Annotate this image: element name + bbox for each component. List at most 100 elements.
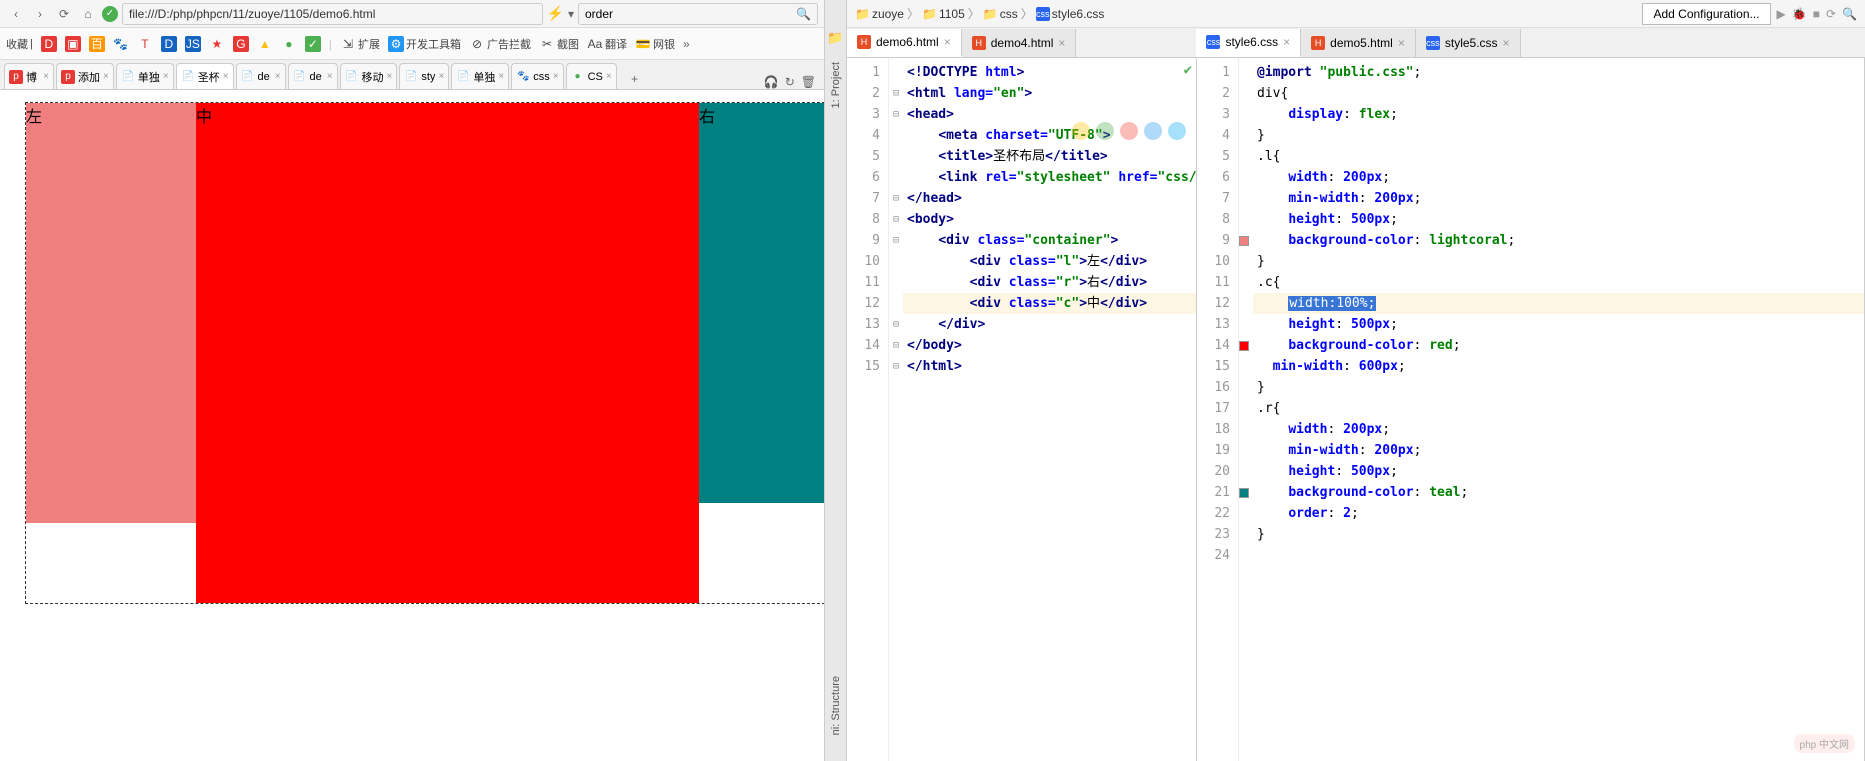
search-box[interactable]: order 🔍 bbox=[578, 3, 818, 25]
browser-toolbar: ‹ › ⟳ ⌂ ✓ file:///D:/php/phpcn/11/zuoye/… bbox=[0, 0, 824, 28]
breadcrumb-item[interactable]: 📁zuoye bbox=[855, 7, 904, 21]
close-icon[interactable]: × bbox=[944, 35, 951, 49]
close-icon[interactable]: × bbox=[387, 71, 393, 82]
bookmark-item[interactable]: ▣ bbox=[65, 36, 81, 52]
close-icon[interactable]: × bbox=[553, 71, 559, 82]
browser-tab[interactable]: 📄de× bbox=[236, 63, 286, 89]
browser-tab[interactable]: p添加× bbox=[56, 63, 114, 89]
browser-hints[interactable] bbox=[1072, 122, 1186, 140]
browser-tab[interactable]: p博× bbox=[4, 63, 54, 89]
dropdown-icon[interactable]: ▾ bbox=[568, 7, 574, 21]
line-gutter: 123456789101112131415 bbox=[847, 58, 889, 761]
update-icon[interactable]: ⟳ bbox=[1826, 7, 1836, 21]
bookmark-item[interactable]: ★ bbox=[209, 36, 225, 52]
add-tab-button[interactable]: + bbox=[625, 69, 645, 89]
headphones-icon[interactable]: 🎧 bbox=[764, 75, 779, 89]
bookmark-item[interactable]: G bbox=[233, 36, 249, 52]
bookmark-item[interactable]: ● bbox=[281, 36, 297, 52]
browser-tab-active[interactable]: 📄圣杯× bbox=[176, 63, 234, 89]
bookmark-item[interactable]: 百 bbox=[89, 36, 105, 52]
stop-button[interactable]: ■ bbox=[1813, 7, 1820, 21]
bookmark-adblock[interactable]: ⊘广告拦截 bbox=[469, 36, 531, 52]
bookmark-item[interactable]: ✓ bbox=[305, 36, 321, 52]
debug-button[interactable]: 🐞 bbox=[1792, 7, 1807, 21]
back-button[interactable]: ‹ bbox=[6, 4, 26, 24]
breadcrumb-item[interactable]: 📁css bbox=[983, 7, 1018, 21]
browser-tab[interactable]: 📄单独× bbox=[116, 63, 174, 89]
reload-button[interactable]: ⟳ bbox=[54, 4, 74, 24]
code-area[interactable]: @import "public.css"; div{ display: flex… bbox=[1253, 58, 1864, 761]
html-editor[interactable]: 123456789101112131415 ⊟⊟ ⊟⊟⊟ ⊟⊟⊟ ✔ bbox=[847, 58, 1196, 761]
holy-grail-container: 左 中 右 bbox=[25, 102, 824, 604]
close-icon[interactable]: × bbox=[163, 71, 169, 82]
css-editor[interactable]: 123456789101112131415161718192021222324 bbox=[1197, 58, 1864, 761]
ide-tool-strip: 📁 1: Project ni: Structure bbox=[825, 0, 847, 761]
browser-tabs: p博× p添加× 📄单独× 📄圣杯× 📄de× 📄de× 📄移动× 📄sty× … bbox=[0, 60, 824, 90]
browser-tab[interactable]: 📄de× bbox=[288, 63, 338, 89]
line-gutter: 123456789101112131415161718192021222324 bbox=[1197, 58, 1239, 761]
swatch-gutter bbox=[1239, 58, 1253, 761]
editor-tab-demo4[interactable]: Hdemo4.html× bbox=[962, 29, 1077, 57]
folder-icon[interactable]: 📁 bbox=[827, 30, 843, 46]
trash-icon[interactable]: 🗑 bbox=[801, 75, 816, 89]
bookmark-item[interactable]: JS bbox=[185, 36, 201, 52]
selected-text: width:100%; bbox=[1288, 296, 1376, 311]
close-icon[interactable]: × bbox=[606, 71, 612, 82]
html-editor-pane: 123456789101112131415 ⊟⊟ ⊟⊟⊟ ⊟⊟⊟ ✔ bbox=[847, 58, 1197, 761]
forward-button[interactable]: › bbox=[30, 4, 50, 24]
editor-tab-demo5[interactable]: Hdemo5.html× bbox=[1301, 29, 1416, 57]
bookmark-item[interactable]: D bbox=[161, 36, 177, 52]
close-icon[interactable]: × bbox=[103, 71, 109, 82]
search-icon[interactable]: 🔍 bbox=[1842, 7, 1857, 21]
bookmark-bank[interactable]: 💳网银 bbox=[635, 36, 675, 52]
run-button[interactable]: ▶ bbox=[1777, 7, 1786, 21]
bookmark-item[interactable]: ▲ bbox=[257, 36, 273, 52]
close-icon[interactable]: × bbox=[1503, 36, 1510, 50]
close-icon[interactable]: × bbox=[1398, 36, 1405, 50]
add-configuration-button[interactable]: Add Configuration... bbox=[1642, 3, 1770, 25]
editor-tab-style6[interactable]: cssstyle6.css× bbox=[1196, 29, 1301, 57]
bookmark-item[interactable]: D bbox=[41, 36, 57, 52]
bookmark-extensions[interactable]: ⇲扩展 bbox=[340, 36, 380, 52]
browser-tab[interactable]: 📄sty× bbox=[399, 63, 449, 89]
close-icon[interactable]: × bbox=[43, 71, 49, 82]
breadcrumb: 📁zuoye〉 📁1105〉 📁css〉 cssstyle6.css bbox=[855, 5, 1104, 22]
close-icon[interactable]: × bbox=[1058, 36, 1065, 50]
restore-icon[interactable]: ↻ bbox=[785, 75, 795, 89]
code-area[interactable]: ✔ <!DOCTYPE html> <html lang="en"> <head… bbox=[903, 58, 1196, 761]
close-icon[interactable]: × bbox=[439, 71, 445, 82]
close-icon[interactable]: × bbox=[498, 71, 504, 82]
fold-gutter: ⊟⊟ ⊟⊟⊟ ⊟⊟⊟ bbox=[889, 58, 903, 761]
breadcrumb-item[interactable]: 📁1105 bbox=[922, 7, 965, 21]
browser-window: ‹ › ⟳ ⌂ ✓ file:///D:/php/phpcn/11/zuoye/… bbox=[0, 0, 825, 761]
check-icon: ✔ bbox=[1184, 62, 1192, 78]
close-icon[interactable]: × bbox=[223, 71, 229, 82]
url-bar[interactable]: file:///D:/php/phpcn/11/zuoye/1105/demo6… bbox=[122, 3, 543, 25]
search-icon: 🔍 bbox=[796, 7, 811, 21]
browser-tab[interactable]: ●CS× bbox=[566, 63, 617, 89]
page-content: 左 中 右 bbox=[0, 90, 824, 761]
editor-tab-style5[interactable]: cssstyle5.css× bbox=[1416, 29, 1521, 57]
project-tool-button[interactable]: 1: Project bbox=[828, 56, 844, 114]
bookmark-item[interactable]: T bbox=[137, 36, 153, 52]
structure-tool-button[interactable]: ni: Structure bbox=[828, 670, 844, 741]
bookmark-screenshot[interactable]: ✂截图 bbox=[539, 36, 579, 52]
ide-window: 📁zuoye〉 📁1105〉 📁css〉 cssstyle6.css Add C… bbox=[847, 0, 1865, 761]
close-icon[interactable]: × bbox=[275, 71, 281, 82]
browser-tab[interactable]: 📄单独× bbox=[451, 63, 509, 89]
right-column: 右 bbox=[699, 103, 824, 503]
bookmark-item[interactable]: 🐾 bbox=[113, 36, 129, 52]
browser-tab[interactable]: 📄移动× bbox=[340, 63, 398, 89]
bookmark-translate[interactable]: Aа翻译 bbox=[587, 36, 627, 52]
breadcrumb-item[interactable]: cssstyle6.css bbox=[1036, 7, 1105, 21]
home-button[interactable]: ⌂ bbox=[78, 4, 98, 24]
ide-toolbar: 📁zuoye〉 📁1105〉 📁css〉 cssstyle6.css Add C… bbox=[847, 0, 1865, 28]
close-icon[interactable]: × bbox=[327, 71, 333, 82]
editor-tab-demo6[interactable]: Hdemo6.html× bbox=[847, 29, 962, 57]
bookmark-bar: 收藏 | D ▣ 百 🐾 T D JS ★ G ▲ ● ✓ | ⇲扩展 ⚙开发工… bbox=[0, 28, 824, 60]
bookmark-devtools[interactable]: ⚙开发工具箱 bbox=[388, 36, 461, 52]
flash-icon[interactable]: ⚡ bbox=[547, 5, 564, 22]
browser-tab[interactable]: 🐾css× bbox=[511, 63, 563, 89]
ide-tabs: Hdemo6.html× Hdemo4.html× cssstyle6.css×… bbox=[847, 28, 1865, 58]
close-icon[interactable]: × bbox=[1283, 35, 1290, 49]
